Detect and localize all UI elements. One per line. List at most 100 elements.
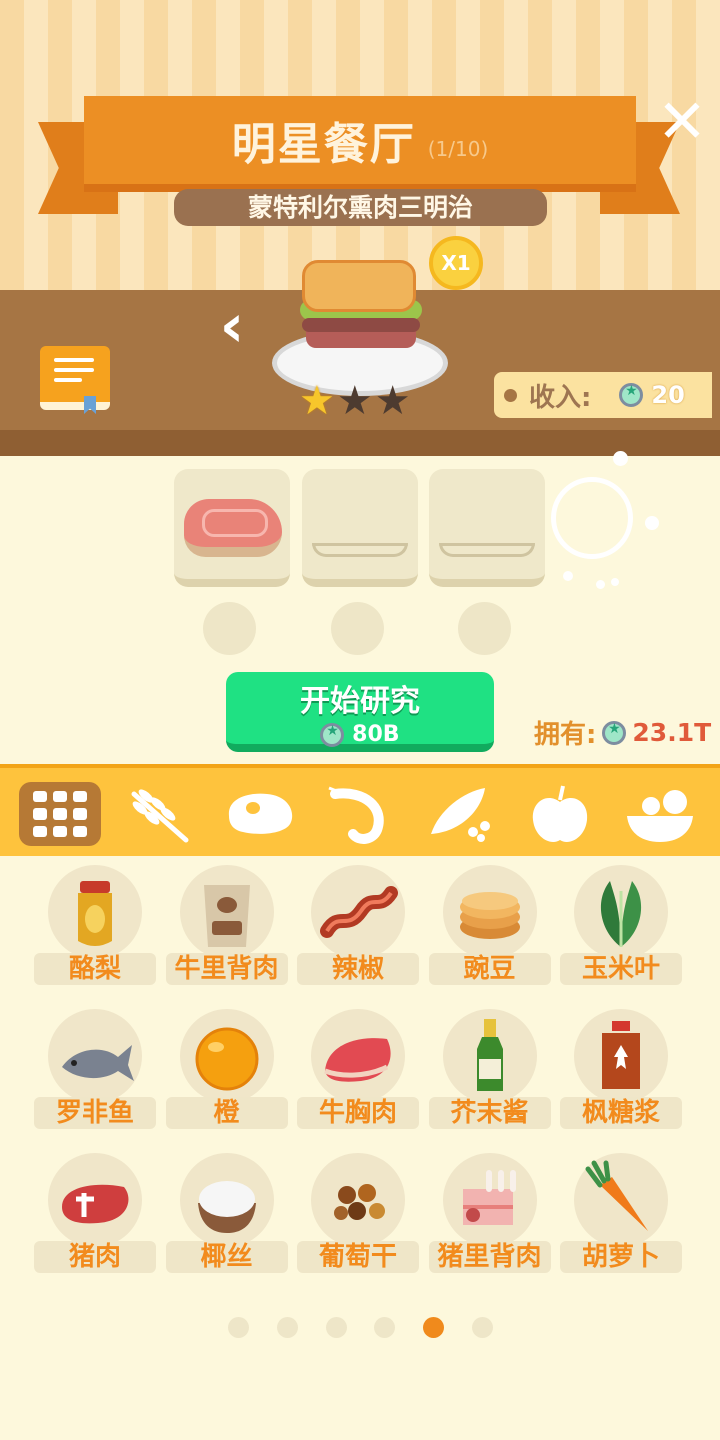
ingredient-item[interactable]: 玉米叶 (560, 865, 682, 989)
ingredient-item[interactable]: 罗非鱼 (34, 1009, 156, 1133)
category-tabs (0, 764, 720, 856)
meat-icon (228, 793, 293, 834)
ingredient-item[interactable]: 橙 (165, 1009, 288, 1133)
income-panel: 收入: 20 (494, 372, 712, 418)
ingredient-label: 椰丝 (165, 1241, 288, 1273)
ingredient-item[interactable]: 牛里背肉 (165, 865, 288, 989)
salad-bowl-icon (627, 790, 693, 842)
ingredient-item[interactable]: 猪里背肉 (428, 1153, 551, 1277)
start-research-label: 开始研究 (300, 684, 420, 719)
ingredient-label: 豌豆 (428, 953, 551, 985)
ingredient-label: 葡萄干 (297, 1241, 419, 1273)
sparkle-ring (551, 477, 633, 559)
gem-icon (619, 383, 644, 407)
ingredient-item[interactable]: 枫糖浆 (560, 1009, 682, 1133)
tab-grains[interactable] (120, 782, 202, 846)
ingredient-label: 猪里背肉 (428, 1241, 551, 1273)
owned-value: 23.1T (632, 718, 712, 747)
honey-jar-icon (78, 881, 112, 946)
tab-fruit[interactable] (519, 782, 601, 846)
ingredient-label: 玉米叶 (560, 953, 682, 985)
sparkle (613, 451, 628, 466)
rating-stars: ★ ★ ★ (299, 380, 411, 422)
ingredient-label: 酪梨 (34, 953, 156, 985)
dish-progress: (1/10) (427, 137, 489, 161)
income-label: 收入: (529, 382, 592, 413)
title-ribbon: 明星餐厅 (1/10) (84, 96, 636, 192)
orange-icon (195, 1027, 258, 1091)
spinach-icon (600, 881, 642, 947)
ingredient-item[interactable]: 芥末酱 (428, 1009, 551, 1133)
gem-icon (602, 720, 627, 745)
page-dot[interactable] (228, 1317, 249, 1338)
page-dot[interactable] (276, 1317, 298, 1338)
ingredient-label: 枫糖浆 (560, 1097, 682, 1129)
research-slot-1[interactable] (174, 469, 290, 587)
sparkle (645, 516, 659, 530)
page-dot[interactable] (325, 1317, 347, 1338)
start-research-button[interactable]: 开始研究 80B (226, 672, 494, 752)
sparkle (611, 578, 619, 586)
sauce-bottle-icon (476, 1019, 503, 1091)
ingredient-item[interactable]: 酪梨 (34, 865, 156, 989)
steak-icon (184, 499, 282, 557)
close-icon[interactable]: ✕ (656, 92, 708, 152)
ingredient-label: 罗非鱼 (34, 1097, 156, 1129)
previous-dish-arrow-icon[interactable]: ‹ (204, 296, 260, 358)
wheat-icon (131, 789, 189, 843)
recipe-book-icon[interactable] (40, 346, 110, 414)
ingredient-label: 芥末酱 (428, 1097, 551, 1129)
ingredient-item[interactable]: 辣椒 (297, 865, 419, 989)
ingredient-item[interactable]: 牛胸肉 (297, 1009, 419, 1133)
ingredient-item[interactable]: 葡萄干 (297, 1153, 419, 1277)
shrimp-icon (328, 786, 384, 844)
header: 明星餐厅 (1/10) 蒙特利尔熏肉三明治 ✕ X1 ‹ ★★★ 收入: 20 (0, 0, 720, 456)
research-cost-value: 80B (352, 722, 400, 747)
empty-plate-icon (312, 543, 408, 557)
carrot-icon (585, 1160, 648, 1231)
page-dot[interactable] (374, 1317, 396, 1338)
page-dot[interactable] (472, 1317, 493, 1338)
page-indicator (0, 1317, 720, 1339)
tab-dishes[interactable] (619, 782, 701, 846)
ingredient-label: 牛里背肉 (165, 953, 288, 985)
research-slot-3[interactable] (429, 469, 545, 587)
raisins-icon (334, 1184, 385, 1220)
ingredient-label: 辣椒 (297, 953, 419, 985)
research-slot-2[interactable] (302, 469, 418, 587)
t-bone-icon (62, 1184, 129, 1224)
ingredient-item[interactable]: 豌豆 (428, 865, 551, 989)
rice-bowl-icon (197, 1181, 256, 1233)
star-icon: ★ (299, 378, 335, 424)
ingredient-label: 猪肉 (34, 1241, 156, 1273)
pancake-icon (459, 892, 520, 939)
slot-indicator (458, 602, 511, 655)
star-icon: ★ (374, 378, 411, 424)
dish-name: 蒙特利尔熏肉三明治 (174, 189, 547, 226)
sparkle (596, 580, 605, 589)
empty-plate-icon (439, 543, 535, 557)
ingredient-item[interactable]: 猪肉 (34, 1153, 156, 1277)
fish-icon (62, 1045, 134, 1081)
counter-edge (0, 430, 720, 456)
pea-pod-icon (431, 788, 490, 842)
ingredient-item[interactable]: 胡萝卜 (560, 1153, 682, 1277)
research-cost: 80B (226, 722, 494, 747)
slot-indicator (203, 602, 256, 655)
sparkle (563, 571, 573, 581)
owned-balance: 拥有: 23.1T (534, 714, 711, 751)
pork-rack-icon (462, 1170, 516, 1225)
page-dot[interactable] (423, 1317, 445, 1338)
tab-seafood[interactable] (319, 782, 401, 846)
owned-label: 拥有: (534, 720, 597, 750)
tab-vegetables[interactable] (419, 782, 501, 846)
cocoa-bag-icon (203, 885, 250, 947)
ingredient-label: 牛胸肉 (297, 1097, 419, 1129)
dot-icon (504, 388, 517, 402)
page-title: 明星餐厅 (231, 119, 416, 170)
slot-indicator (331, 602, 384, 655)
income-value: 20 (651, 381, 685, 409)
tab-all[interactable] (19, 782, 101, 846)
tab-meat[interactable] (219, 782, 301, 846)
ingredient-item[interactable]: 椰丝 (165, 1153, 288, 1277)
